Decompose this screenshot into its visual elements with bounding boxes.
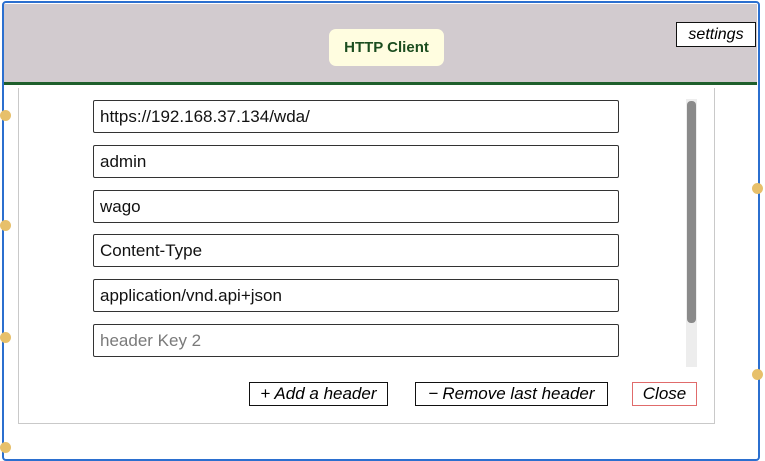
header-value-1-field[interactable] (93, 279, 619, 312)
resize-handle-right-2[interactable] (752, 369, 763, 380)
header-key-2-field[interactable] (93, 324, 619, 357)
vertical-scrollbar[interactable] (686, 99, 697, 367)
remove-header-button[interactable]: − Remove last header (415, 382, 608, 406)
resize-handle-left-3[interactable] (0, 332, 11, 343)
plus-icon: + (260, 384, 271, 403)
username-field[interactable] (93, 145, 619, 178)
app-title: HTTP Client (329, 29, 444, 66)
resize-handle-left-4[interactable] (0, 442, 11, 453)
settings-button[interactable]: settings (676, 22, 756, 47)
minus-icon: − (428, 384, 439, 403)
password-field[interactable] (93, 190, 619, 223)
remove-header-label: Remove last header (442, 384, 595, 403)
resize-handle-left-1[interactable] (0, 110, 11, 121)
add-header-button[interactable]: + Add a header (249, 382, 388, 406)
add-header-label: Add a header (274, 384, 377, 403)
header-bar: HTTP Client settings (4, 4, 757, 85)
url-field[interactable] (93, 100, 619, 133)
resize-handle-left-2[interactable] (0, 220, 11, 231)
resize-handle-right-1[interactable] (752, 183, 763, 194)
header-key-1-field[interactable] (93, 234, 619, 267)
scrollbar-thumb[interactable] (687, 101, 696, 323)
close-button[interactable]: Close (632, 382, 697, 406)
